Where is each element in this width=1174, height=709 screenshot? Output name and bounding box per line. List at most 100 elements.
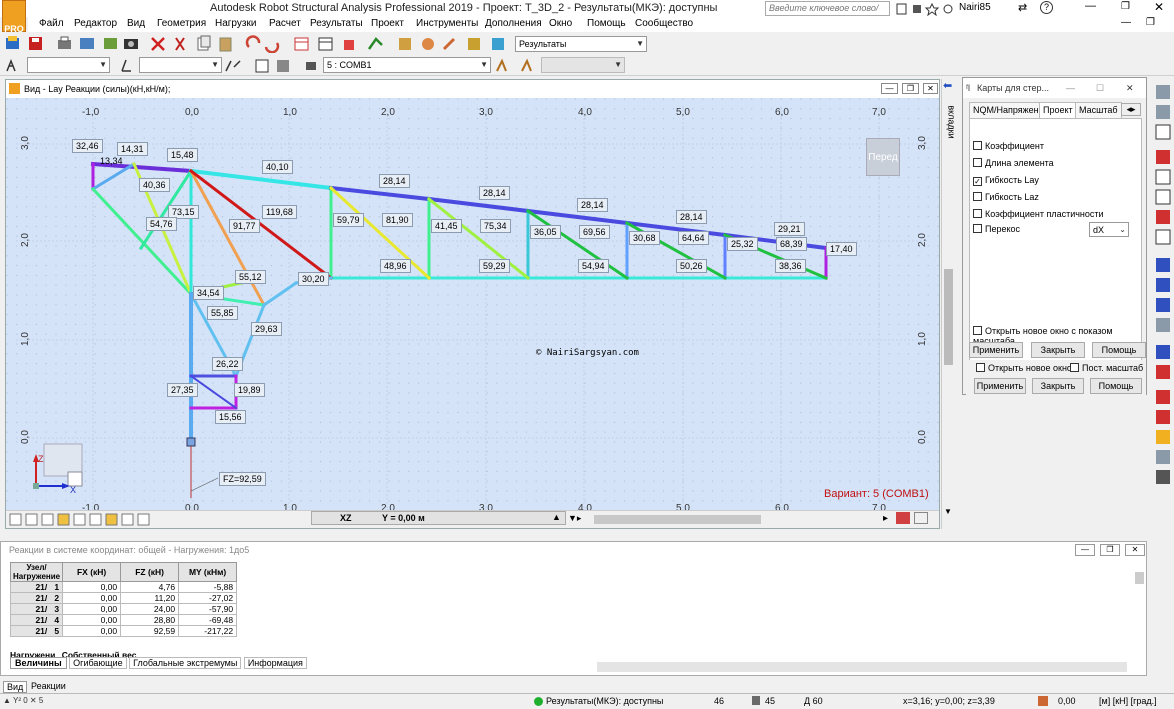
menu-tools[interactable]: Инструменты: [416, 18, 478, 29]
option-slenderness-laz[interactable]: Гибкость Laz: [973, 192, 1039, 202]
view-plane-bar[interactable]: XZ Y = 0,00 м ▲: [311, 511, 566, 525]
layout-select[interactable]: Результаты ▼: [515, 36, 647, 52]
help-button[interactable]: Помощь: [1090, 378, 1142, 394]
tab-values[interactable]: Величины: [10, 657, 67, 669]
table-row[interactable]: 21/ 1 0,00 4,76 -5,88: [9, 581, 238, 593]
menu-analysis[interactable]: Расчет: [269, 18, 301, 29]
view-restore-icon[interactable]: ❐: [902, 83, 919, 94]
checkbox-checked[interactable]: ✓: [973, 177, 982, 186]
menu-project[interactable]: Проект: [371, 18, 404, 29]
bar-select[interactable]: ▼: [139, 57, 222, 73]
tab-global-extremes[interactable]: Глобальные экстремумы: [129, 657, 242, 669]
menu-minimize-icon[interactable]: —: [1121, 17, 1131, 28]
zoom-icon[interactable]: [914, 512, 928, 524]
apply-button-inner[interactable]: Применить: [969, 342, 1023, 358]
table-restore-icon[interactable]: ❐: [1100, 544, 1120, 556]
menu-community[interactable]: Сообщество: [635, 18, 693, 29]
table-row[interactable]: 21/ 5 0,00 92,59 -217,22: [9, 625, 238, 637]
option-coefficient[interactable]: Коэффициент: [973, 141, 1044, 151]
status-icons[interactable]: ▲ Y² 0 ✕ 5: [3, 696, 43, 705]
option-skew[interactable]: Перекос: [973, 224, 1020, 234]
checkbox[interactable]: [976, 363, 985, 372]
table-row[interactable]: 21/ 3 0,00 24,00 -57,90: [9, 603, 238, 615]
table-minimize-icon[interactable]: —: [1075, 544, 1095, 556]
skew-select[interactable]: dX ⌄: [1089, 222, 1129, 237]
menu-results[interactable]: Результаты: [310, 18, 363, 29]
tab-project[interactable]: Проект: [1039, 102, 1077, 119]
close-button-inner[interactable]: Закрыть: [1031, 342, 1085, 358]
tab-reactions[interactable]: Реакции: [28, 681, 69, 691]
view-cube-front[interactable]: Перед: [866, 138, 900, 176]
close-icon[interactable]: ✕: [1154, 0, 1164, 14]
tabs-side-label[interactable]: вкладки: [947, 105, 957, 138]
table-close-icon[interactable]: ✕: [1125, 544, 1145, 556]
tab-information[interactable]: Информация: [243, 657, 307, 669]
view-minimize-icon[interactable]: —: [881, 83, 898, 94]
close-button[interactable]: Закрыть: [1032, 378, 1084, 394]
table-row[interactable]: 21/ 4 0,00 28,80 -69,48: [9, 614, 238, 626]
help-icon[interactable]: ?: [1040, 1, 1053, 14]
table-row[interactable]: 21/ 2 0,00 11,20 -27,02: [9, 592, 238, 604]
checkbox[interactable]: [973, 192, 982, 201]
toolbar-icons[interactable]: [4, 35, 514, 53]
option-element-length[interactable]: Длина элемента: [973, 158, 1054, 168]
restore-icon[interactable]: ❐: [1121, 1, 1130, 12]
panel-close-icon[interactable]: ✕: [1126, 78, 1134, 98]
menu-geometry[interactable]: Геометрия: [157, 18, 206, 29]
option-plasticity-coefficient[interactable]: Коэффициент пластичности: [973, 209, 1104, 219]
panel-minimize-icon[interactable]: —: [1066, 78, 1075, 98]
option-const-scale[interactable]: Пост. масштаб: [1070, 363, 1143, 373]
column-header[interactable]: FX (кН): [62, 562, 122, 582]
reactions-table[interactable]: Узел/Нагружение FX (кН) FZ (кН) MY (кНм)…: [9, 562, 238, 637]
checkbox[interactable]: [973, 141, 982, 150]
menu-restore-icon[interactable]: ❐: [1146, 17, 1155, 28]
arrow-left-icon[interactable]: ⬅: [943, 79, 952, 92]
right-toolbar[interactable]: [1152, 79, 1174, 499]
option-open-new-window[interactable]: Открыть новое окно: [976, 363, 1072, 373]
minimize-icon[interactable]: —: [1085, 0, 1096, 12]
menu-window[interactable]: Окно: [549, 18, 572, 29]
table-vertical-scrollbar[interactable]: [1135, 572, 1144, 584]
scroll-right-icon[interactable]: ▸: [883, 513, 888, 524]
clear-view-icon[interactable]: [896, 512, 910, 524]
tab-scale[interactable]: Масштаб: [1075, 102, 1122, 119]
column-header[interactable]: FZ (кН): [120, 562, 180, 582]
horizontal-scrollbar[interactable]: [594, 515, 761, 524]
user-name[interactable]: Nairi85: [959, 2, 991, 13]
menu-help[interactable]: Помощь: [587, 18, 626, 29]
menu-view[interactable]: Вид: [127, 18, 145, 29]
checkbox[interactable]: [973, 224, 982, 233]
keyword-search-input[interactable]: Введите ключевое слово/фразу: [765, 1, 890, 26]
tab-envelopes[interactable]: Огибающие: [69, 657, 127, 669]
table-horizontal-scrollbar[interactable]: [597, 662, 1127, 672]
apply-button[interactable]: Применить: [974, 378, 1026, 394]
menu-edit[interactable]: Редактор: [74, 18, 117, 29]
load-icons[interactable]: [494, 57, 539, 74]
checkbox[interactable]: [973, 209, 982, 218]
tab-view[interactable]: Вид: [3, 681, 28, 693]
checkbox[interactable]: [1070, 363, 1079, 372]
checkbox[interactable]: [973, 158, 982, 167]
plane-up-icon[interactable]: ▲: [552, 512, 561, 522]
tab-scroll-icon[interactable]: ◂▸: [1121, 103, 1141, 116]
plane-down-icon[interactable]: ▼▸: [568, 513, 581, 524]
menu-loads[interactable]: Нагрузки: [215, 18, 256, 29]
column-header[interactable]: Узел/Нагружение: [9, 562, 64, 582]
option-slenderness-lay[interactable]: ✓ Гибкость Lay: [973, 175, 1039, 186]
node-select[interactable]: ▼: [27, 57, 110, 73]
status-tool-icon[interactable]: [1038, 696, 1048, 706]
tool-icons[interactable]: [1155, 85, 1171, 484]
exchange-icon[interactable]: ⇄: [1018, 1, 1027, 14]
view-mode-icons[interactable]: [8, 513, 158, 527]
column-header[interactable]: MY (кНм): [178, 562, 238, 582]
help-button-inner[interactable]: Помощь: [1092, 342, 1146, 358]
view-close-icon[interactable]: ✕: [923, 83, 938, 94]
scroll-down-icon[interactable]: ▼: [944, 507, 952, 516]
structure-view-window[interactable]: Вид - Lay Реакции (силы)(кН,кН/м); — ❐ ✕…: [5, 79, 940, 529]
structure-drawing[interactable]: -1,0 0,0 1,0 2,0 3,0 4,0 5,0 6,0 7,0 -1,…: [6, 98, 939, 528]
load-case-select[interactable]: 5 : COMB1 ▼: [323, 57, 491, 73]
menu-file[interactable]: Файл: [39, 18, 64, 29]
support-node[interactable]: [186, 437, 196, 447]
checkbox[interactable]: [973, 326, 982, 335]
app-logo[interactable]: PRO: [2, 0, 26, 34]
